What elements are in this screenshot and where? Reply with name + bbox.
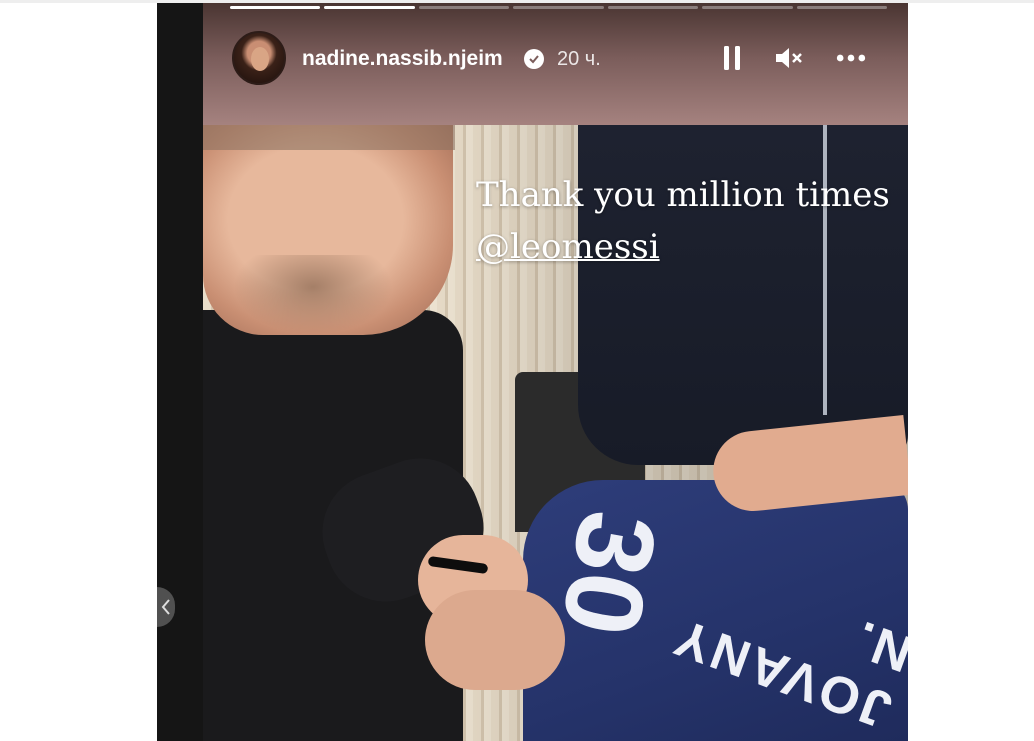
story-mention-link[interactable]: @leomessi bbox=[476, 227, 660, 267]
story-progress-bar bbox=[230, 6, 887, 10]
story-photo: 30 JOVANY N. Thank you million times @le… bbox=[203, 125, 908, 741]
progress-segment bbox=[796, 6, 887, 9]
avatar[interactable] bbox=[232, 31, 286, 85]
left-gutter bbox=[157, 3, 203, 741]
more-options-button[interactable] bbox=[836, 43, 866, 73]
progress-segment bbox=[607, 6, 699, 9]
story-timestamp: 20 ч. bbox=[557, 48, 601, 70]
story-viewer[interactable]: 30 JOVANY N. Thank you million times @le… bbox=[203, 3, 908, 741]
progress-segment bbox=[324, 6, 415, 9]
pause-icon bbox=[724, 46, 740, 70]
person-hair bbox=[203, 125, 455, 150]
muted-speaker-icon bbox=[776, 48, 802, 68]
progress-segment bbox=[702, 6, 793, 9]
progress-segment bbox=[418, 6, 510, 9]
progress-segment bbox=[513, 6, 604, 9]
username-link[interactable]: nadine.nassib.njeim bbox=[302, 47, 503, 71]
story-caption: Thank you million times bbox=[476, 175, 890, 215]
pause-button[interactable] bbox=[717, 43, 747, 73]
jacket-zipper bbox=[823, 125, 827, 415]
verified-badge-icon bbox=[524, 49, 544, 69]
support-hand bbox=[425, 590, 565, 690]
person-beard bbox=[233, 255, 393, 335]
chevron-left-icon bbox=[161, 599, 170, 615]
more-dots-icon bbox=[836, 54, 866, 62]
progress-segment bbox=[230, 6, 321, 9]
page-background-right bbox=[908, 3, 1034, 741]
mute-button[interactable] bbox=[774, 43, 804, 73]
